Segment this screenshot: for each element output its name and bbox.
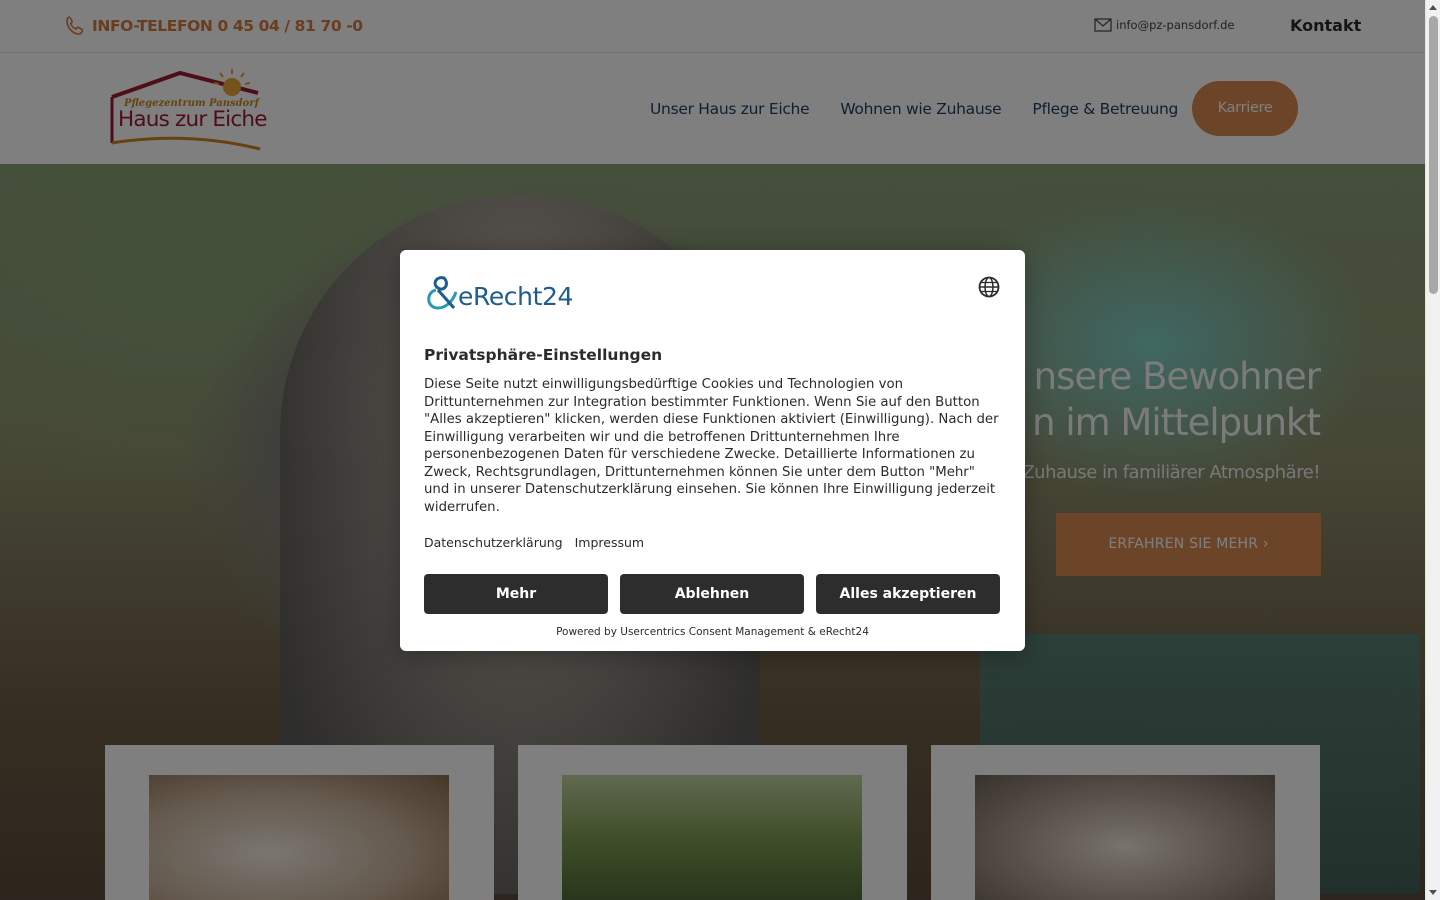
imprint-link[interactable]: Impressum — [575, 535, 644, 550]
page-scrollbar[interactable] — [1425, 0, 1440, 900]
powered-by-text: Powered by Usercentrics Consent Manageme… — [556, 626, 869, 638]
scroll-down-arrow-icon[interactable] — [1429, 890, 1437, 895]
consent-title: Privatsphäre-Einstellungen — [424, 346, 663, 364]
consent-links: Datenschutzerklärung Impressum — [424, 535, 644, 550]
more-button[interactable]: Mehr — [424, 574, 608, 614]
scrollbar-thumb[interactable] — [1429, 16, 1438, 294]
consent-buttons: Mehr Ablehnen Alles akzeptieren — [424, 574, 1000, 614]
decline-button[interactable]: Ablehnen — [620, 574, 804, 614]
consent-dialog: eRecht24 Privatsphäre-Einstellungen Dies… — [400, 250, 1025, 651]
erecht24-logo: eRecht24 — [424, 274, 573, 312]
privacy-policy-link[interactable]: Datenschutzerklärung — [424, 535, 563, 550]
erecht24-symbol-icon — [427, 276, 458, 310]
language-globe-icon[interactable] — [977, 275, 1001, 299]
scroll-up-arrow-icon[interactable] — [1429, 5, 1437, 10]
erecht24-logo-text: eRecht24 — [458, 282, 574, 311]
consent-body-text: Diese Seite nutzt einwilligungsbedürftig… — [424, 377, 999, 515]
accept-all-button[interactable]: Alles akzeptieren — [816, 574, 1000, 614]
